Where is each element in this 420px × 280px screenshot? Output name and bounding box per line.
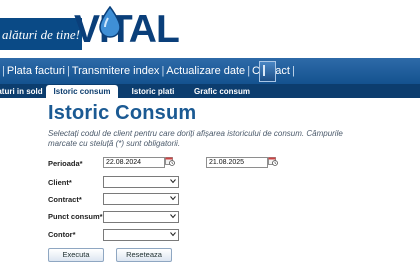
contor-select[interactable] <box>103 229 179 241</box>
client-label: Client* <box>48 178 72 187</box>
contor-label: Contor* <box>48 230 76 239</box>
chevron-down-icon <box>170 196 176 201</box>
calendar-icon[interactable] <box>268 156 278 166</box>
tab-facturi-in-sold[interactable]: aturi in sold <box>0 85 46 98</box>
slogan-text: alături de tine! <box>2 27 80 42</box>
calendar-icon[interactable] <box>165 156 175 166</box>
date-to-input[interactable]: 21.08.2025 <box>206 157 268 168</box>
punct-consum-select[interactable] <box>103 211 179 223</box>
slogan-bar: alături de tine! <box>0 18 82 50</box>
chevron-down-icon <box>170 232 176 237</box>
nav-plata-facturi[interactable]: Plata facturi <box>7 65 65 77</box>
punct-consum-label: Punct consum* <box>48 212 103 221</box>
chevron-down-icon <box>170 214 176 219</box>
nav-separator: | <box>247 65 251 77</box>
main-content: Istoric Consum Selectați codul de client… <box>0 98 420 280</box>
water-drop-icon <box>99 6 121 38</box>
contract-label: Contract* <box>48 195 82 204</box>
nav-separator: | <box>66 65 70 77</box>
book-icon[interactable] <box>259 61 276 82</box>
tab-grafic-consum[interactable]: Grafic consum <box>186 85 258 98</box>
nav-separator: | <box>291 65 295 77</box>
chevron-down-icon <box>170 179 176 184</box>
nav-actualizare-date[interactable]: Actualizare date <box>166 65 245 77</box>
reset-button[interactable]: Reseteaza <box>116 248 172 262</box>
execute-button[interactable]: Executa <box>48 248 104 262</box>
vital-logo[interactable]: VITAL <box>74 6 188 54</box>
nav-transmitere-index[interactable]: Transmitere index <box>72 65 160 77</box>
tab-istoric-plati[interactable]: Istoric plati <box>122 85 184 98</box>
page-title: Istoric Consum <box>48 102 197 124</box>
page-description: Selectați codul de client pentru care do… <box>48 129 343 148</box>
logo-text: VITAL <box>74 8 180 51</box>
period-label: Perioada* <box>48 159 83 168</box>
client-select[interactable] <box>103 176 179 188</box>
top-navigation: | Plata facturi | Transmitere index | Ac… <box>0 58 420 84</box>
date-from-input[interactable]: 22.08.2024 <box>103 157 165 168</box>
nav-separator: | <box>161 65 165 77</box>
header-banner: alături de tine! VITAL <box>0 0 420 58</box>
contract-select[interactable] <box>103 193 179 205</box>
tabs-bar: aturi in sold Istoric consum Istoric pla… <box>0 84 420 98</box>
tab-istoric-consum[interactable]: Istoric consum <box>46 85 118 98</box>
nav-separator: | <box>2 65 5 77</box>
